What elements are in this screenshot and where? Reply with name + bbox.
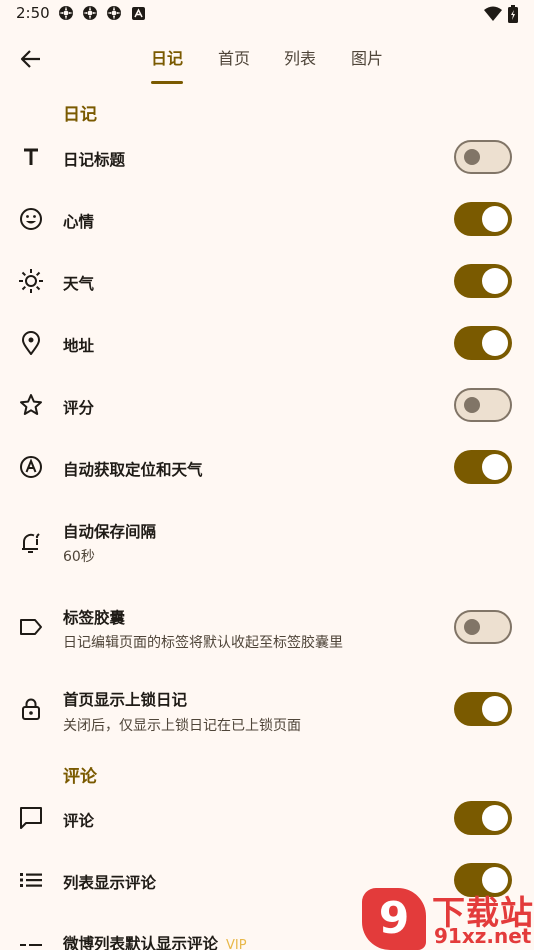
setting-row-auto-location[interactable]: 自动获取定位和天气 [0,440,534,496]
lock-icon [18,696,44,722]
setting-title: 列表显示评论 [63,874,157,892]
rating-toggle[interactable] [454,388,512,422]
text-a-notification-icon [132,7,145,20]
setting-row-address[interactable]: 地址 [0,316,534,372]
arrow-left-icon [20,50,40,68]
section-header-comments: 评论 [63,767,97,787]
address-toggle[interactable] [454,326,512,360]
gear-notification-icon [83,6,97,20]
tab-diary[interactable]: 日记 [151,45,183,85]
comments-toggle[interactable] [454,801,512,835]
gear-notification-icon [59,6,73,20]
auto-location-toggle[interactable] [454,450,512,484]
tag-capsule-toggle[interactable] [454,610,512,644]
weather-toggle[interactable] [454,264,512,298]
comment-icon [18,805,44,831]
watermark-logo: 9 下载站 91xz.net [362,888,534,950]
tab-list[interactable]: 列表 [284,45,316,85]
locked-diary-toggle[interactable] [454,692,512,726]
setting-subtitle: 60秒 [63,549,95,565]
vip-badge: VIP [226,938,247,950]
watermark-badge: 9 [362,888,426,950]
title-t-icon [18,144,44,170]
mood-smile-icon [18,206,44,232]
setting-row-diary-title[interactable]: 日记标题 [0,130,534,186]
setting-title: 自动保存间隔 [63,523,157,541]
setting-row-autosave-interval[interactable]: 自动保存间隔 60秒 [0,510,534,576]
tab-indicator [151,81,183,84]
setting-row-locked-diary[interactable]: 首页显示上锁日记 关闭后，仅显示上锁日记在已上锁页面 [0,680,534,746]
status-right-icons [484,5,518,23]
status-bar: 2:50 [0,0,534,28]
setting-title: 首页显示上锁日记 [63,691,188,709]
setting-title: 地址 [63,337,95,355]
setting-title: 心情 [63,213,95,231]
back-button[interactable] [14,42,48,76]
section-header-diary: 日记 [63,105,97,125]
setting-row-weather[interactable]: 天气 [0,254,534,310]
setting-title: 评论 [63,812,95,830]
label-tag-icon [18,614,44,640]
autosave-icon [18,530,44,556]
star-icon [18,392,44,418]
setting-title: 天气 [63,275,95,293]
location-pin-icon [18,330,44,356]
setting-title: 微博列表默认显示评论 VIP [63,932,247,950]
tab-images[interactable]: 图片 [351,45,383,85]
setting-row-comments[interactable]: 评论 [0,791,534,847]
weibo-list-icon [18,938,44,950]
setting-title: 评分 [63,399,95,417]
app-bar: 日记 首页 列表 图片 [0,28,534,86]
status-time: 2:50 [16,4,50,22]
watermark-url: 91xz.net [434,924,532,948]
auto-a-icon [18,454,44,480]
setting-title: 日记标题 [63,151,126,169]
setting-row-mood[interactable]: 心情 [0,192,534,248]
setting-subtitle: 关闭后，仅显示上锁日记在已上锁页面 [63,718,301,734]
setting-row-rating[interactable]: 评分 [0,378,534,434]
tab-home[interactable]: 首页 [218,45,250,85]
list-icon [18,867,44,893]
gear-notification-icon [107,6,121,20]
diary-title-toggle[interactable] [454,140,512,174]
wifi-icon [484,6,502,21]
battery-icon [508,5,518,23]
setting-title: 标签胶囊 [63,609,126,627]
setting-subtitle: 日记编辑页面的标签将默认收起至标签胶囊里 [63,635,343,651]
setting-row-tag-capsule[interactable]: 标签胶囊 日记编辑页面的标签将默认收起至标签胶囊里 [0,596,534,662]
mood-toggle[interactable] [454,202,512,236]
setting-title: 自动获取定位和天气 [63,461,203,479]
weather-sun-icon [18,268,44,294]
